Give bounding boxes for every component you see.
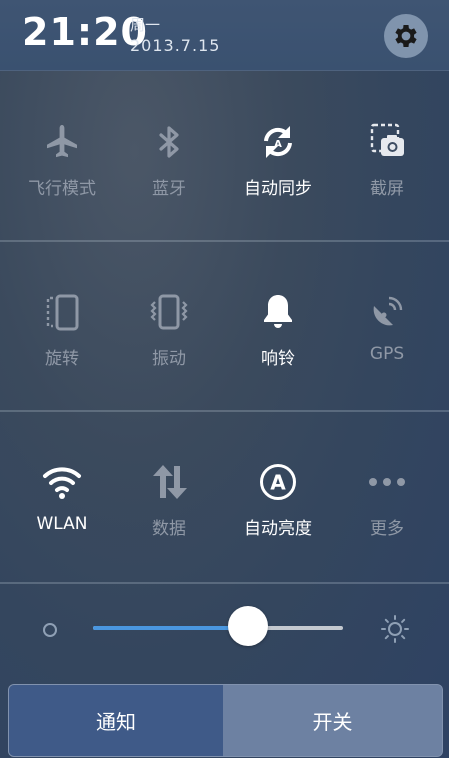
toggle-label: GPS [369, 344, 405, 364]
toggle-label: 响铃 [261, 349, 295, 369]
tab-notifications[interactable]: 通知 [9, 685, 223, 756]
toggle-label: 更多 [370, 519, 404, 539]
screenshot-icon [370, 123, 404, 156]
brightness-control [0, 584, 449, 680]
toggle-ring[interactable]: 响铃 [222, 242, 334, 412]
bell-icon [264, 295, 292, 328]
airplane-icon [47, 125, 77, 158]
toggle-label: WLAN [36, 514, 88, 534]
toggle-label: 飞行模式 [28, 179, 96, 199]
brightness-low-icon [43, 623, 57, 637]
rotate-icon [46, 294, 79, 331]
auto-brightness-icon: A [260, 464, 296, 500]
sync-icon: A [264, 126, 292, 158]
tab-switches[interactable]: 开关 [223, 685, 442, 756]
brightness-slider-thumb[interactable] [228, 606, 268, 646]
vibrate-icon [150, 294, 188, 330]
bluetooth-icon [159, 126, 179, 158]
toggle-label: 旋转 [45, 349, 79, 369]
brightness-slider[interactable] [93, 626, 343, 630]
gear-icon [395, 25, 417, 47]
toggle-auto-brightness[interactable]: A 自动亮度 [222, 412, 334, 582]
wifi-icon [43, 467, 81, 499]
toggle-row-1: 飞行模式 蓝牙 A 自动同步 截屏 [0, 72, 449, 242]
weekday-label: 周一 [130, 16, 161, 34]
panel-tabs: 通知 开关 [8, 684, 443, 757]
toggle-row-3: WLAN 数据 A 自动亮度 更多 [0, 412, 449, 582]
svg-text:A: A [274, 139, 282, 150]
data-icon [153, 465, 187, 499]
tab-label: 开关 [312, 710, 353, 734]
toggle-rotate[interactable]: 旋转 [6, 242, 118, 412]
toggle-label: 截屏 [370, 179, 404, 199]
toggle-wlan[interactable]: WLAN [6, 412, 118, 582]
settings-button[interactable] [384, 14, 428, 58]
toggle-airplane[interactable]: 飞行模式 [6, 72, 118, 242]
brightness-high-icon [381, 615, 409, 643]
toggle-label: 数据 [152, 519, 186, 539]
toggle-bluetooth[interactable]: 蓝牙 [113, 72, 225, 242]
toggle-vibrate[interactable]: 振动 [113, 242, 225, 412]
toggle-gps[interactable]: GPS [331, 242, 443, 412]
toggle-more[interactable]: 更多 [331, 412, 443, 582]
tab-label: 通知 [96, 710, 136, 734]
toggle-label: 自动同步 [244, 179, 312, 199]
brightness-slider-fill [93, 626, 248, 630]
toggle-row-2: 旋转 振动 响铃 GPS [0, 242, 449, 412]
date-label: 2013.7.15 [130, 36, 221, 55]
toggle-auto-sync[interactable]: A 自动同步 [222, 72, 334, 242]
toggle-label: 振动 [152, 349, 186, 369]
status-header: 21:20 周一 2013.7.15 [0, 0, 449, 71]
toggle-data[interactable]: 数据 [113, 412, 225, 582]
toggle-screenshot[interactable]: 截屏 [331, 72, 443, 242]
svg-text:A: A [270, 471, 286, 495]
more-icon [369, 478, 405, 486]
gps-icon [373, 296, 403, 326]
toggle-label: 自动亮度 [244, 519, 312, 539]
toggle-label: 蓝牙 [152, 179, 186, 199]
